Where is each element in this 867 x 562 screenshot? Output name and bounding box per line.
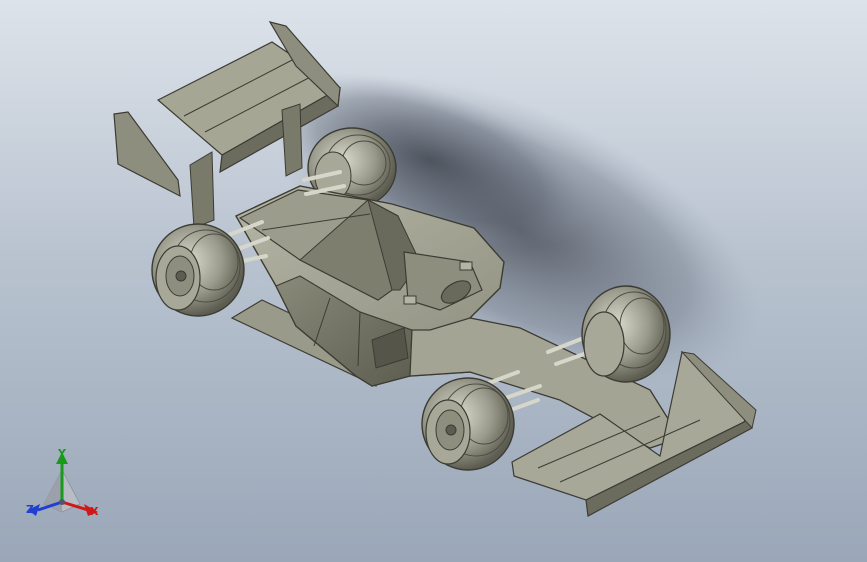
triad-x-label: X bbox=[90, 505, 99, 518]
front-right-wheel[interactable] bbox=[581, 285, 671, 383]
reference-triad: Y Z X bbox=[22, 446, 106, 526]
triad-z-label: Z bbox=[26, 503, 34, 516]
graphics-viewport[interactable]: Y Z X bbox=[0, 0, 867, 562]
triad-y-label: Y bbox=[58, 447, 66, 460]
front-left-wheel[interactable] bbox=[421, 377, 515, 471]
race-car-model[interactable] bbox=[0, 0, 867, 562]
rear-left-wheel[interactable] bbox=[151, 223, 245, 317]
